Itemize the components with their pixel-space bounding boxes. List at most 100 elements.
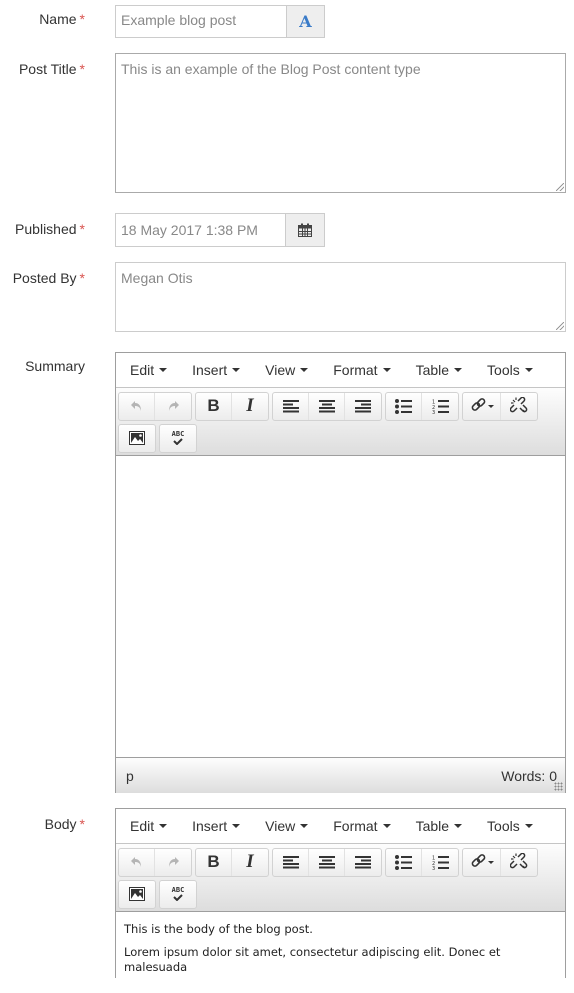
link-icon [470,854,494,870]
numbered-list-button[interactable]: 123 [422,849,458,876]
menu-table[interactable]: Table [408,818,470,834]
posted-by-value: Megan Otis [121,270,193,286]
link-button[interactable] [463,848,501,876]
link-icon [470,398,494,414]
menu-table[interactable]: Table [408,362,470,378]
published-label-text: Published [15,221,77,237]
required-marker: * [79,816,85,832]
calendar-button[interactable] [285,213,325,247]
align-left-button[interactable] [273,848,309,876]
spellcheck-button[interactable]: ABC [160,881,196,908]
bullet-list-button[interactable] [386,392,422,420]
menu-label: Insert [192,362,228,378]
menu-label: Table [415,818,450,834]
body-paragraph: This is the body of the blog post. [124,922,313,936]
list-group: 123 [385,391,459,421]
menu-tools[interactable]: Tools [479,362,541,378]
align-center-button[interactable] [309,392,345,420]
menu-label: View [265,362,296,378]
menu-view[interactable]: View [257,362,316,378]
list-group: 123 [385,847,459,877]
caret-down-icon [524,824,533,828]
align-center-button[interactable] [309,848,345,876]
link-group [462,391,538,421]
menu-label: Format [333,818,378,834]
undo-icon [130,856,144,868]
caret-down-icon [300,824,309,828]
align-right-icon [355,399,371,413]
menu-view[interactable]: View [257,818,316,834]
published-label: Published * [15,221,85,237]
link-button[interactable] [463,392,501,420]
body-content-area[interactable]: This is the body of the blog post. Lorem… [116,912,565,993]
italic-button[interactable]: I [232,849,268,876]
align-right-button[interactable] [345,849,381,876]
menu-format[interactable]: Format [325,362,398,378]
image-group [118,423,156,453]
posted-by-textarea[interactable]: Megan Otis [115,262,566,332]
word-count: Words: 0 [501,767,557,784]
image-group [118,879,156,909]
numbered-list-button[interactable]: 123 [422,393,458,420]
align-left-button[interactable] [273,392,309,420]
menu-label: Insert [192,818,228,834]
menu-label: Edit [130,818,155,834]
menu-label: View [265,818,296,834]
menu-label: Edit [130,362,155,378]
alignment-group [272,847,382,877]
editor-statusbar: p Words: 0 [116,757,565,793]
post-title-label: Post Title * [19,61,85,77]
align-right-button[interactable] [345,393,381,420]
menu-insert[interactable]: Insert [184,818,248,834]
menu-edit[interactable]: Edit [122,818,175,834]
required-marker: * [79,270,85,286]
align-right-icon [355,855,371,869]
body-paragraph: Lorem ipsum dolor sit amet, consectetur … [124,944,501,974]
menu-tools[interactable]: Tools [479,818,541,834]
resize-handle[interactable] [556,322,564,330]
font-style-button[interactable]: A [286,5,325,38]
spellcheck-button[interactable]: ABC [160,425,196,452]
editor-resize-handle[interactable] [554,782,563,791]
svg-text:3: 3 [432,866,435,870]
redo-button[interactable] [155,849,191,876]
undo-button[interactable] [119,848,155,876]
formatting-group: BI [195,391,269,421]
unlink-button[interactable] [501,849,537,876]
post-title-textarea[interactable]: This is an example of the Blog Post cont… [115,53,566,193]
numbered-list-icon: 123 [432,399,449,414]
undo-button[interactable] [119,392,155,420]
caret-down-icon [300,368,309,372]
menu-insert[interactable]: Insert [184,362,248,378]
summary-content-area[interactable] [116,456,565,757]
undo-icon [130,400,144,412]
bullet-list-button[interactable] [386,848,422,876]
unlink-icon [510,397,528,415]
align-left-icon [282,399,299,413]
align-center-icon [318,399,335,413]
image-button[interactable] [119,881,155,908]
element-path[interactable]: p [126,768,134,784]
menu-edit[interactable]: Edit [122,362,175,378]
history-group [118,391,192,421]
alignment-group [272,391,382,421]
image-icon [129,887,145,901]
menu-label: Tools [487,818,520,834]
editor-menubar: Edit Insert View Format Table Tools [116,353,565,388]
redo-button[interactable] [155,393,191,420]
resize-handle[interactable] [556,183,564,191]
published-date-input[interactable]: 18 May 2017 1:38 PM [115,213,286,247]
name-input[interactable]: Example blog post [115,5,287,38]
unlink-button[interactable] [501,393,537,420]
bold-button[interactable]: B [196,392,232,420]
image-button[interactable] [119,425,155,452]
name-label: Name * [39,11,85,27]
italic-button[interactable]: I [232,393,268,420]
menu-format[interactable]: Format [325,818,398,834]
caret-down-icon [232,824,241,828]
spellcheck-icon: ABC [172,431,184,445]
history-group [118,847,192,877]
bold-button[interactable]: B [196,848,232,876]
link-group [462,847,538,877]
numbered-list-icon: 123 [432,855,449,870]
